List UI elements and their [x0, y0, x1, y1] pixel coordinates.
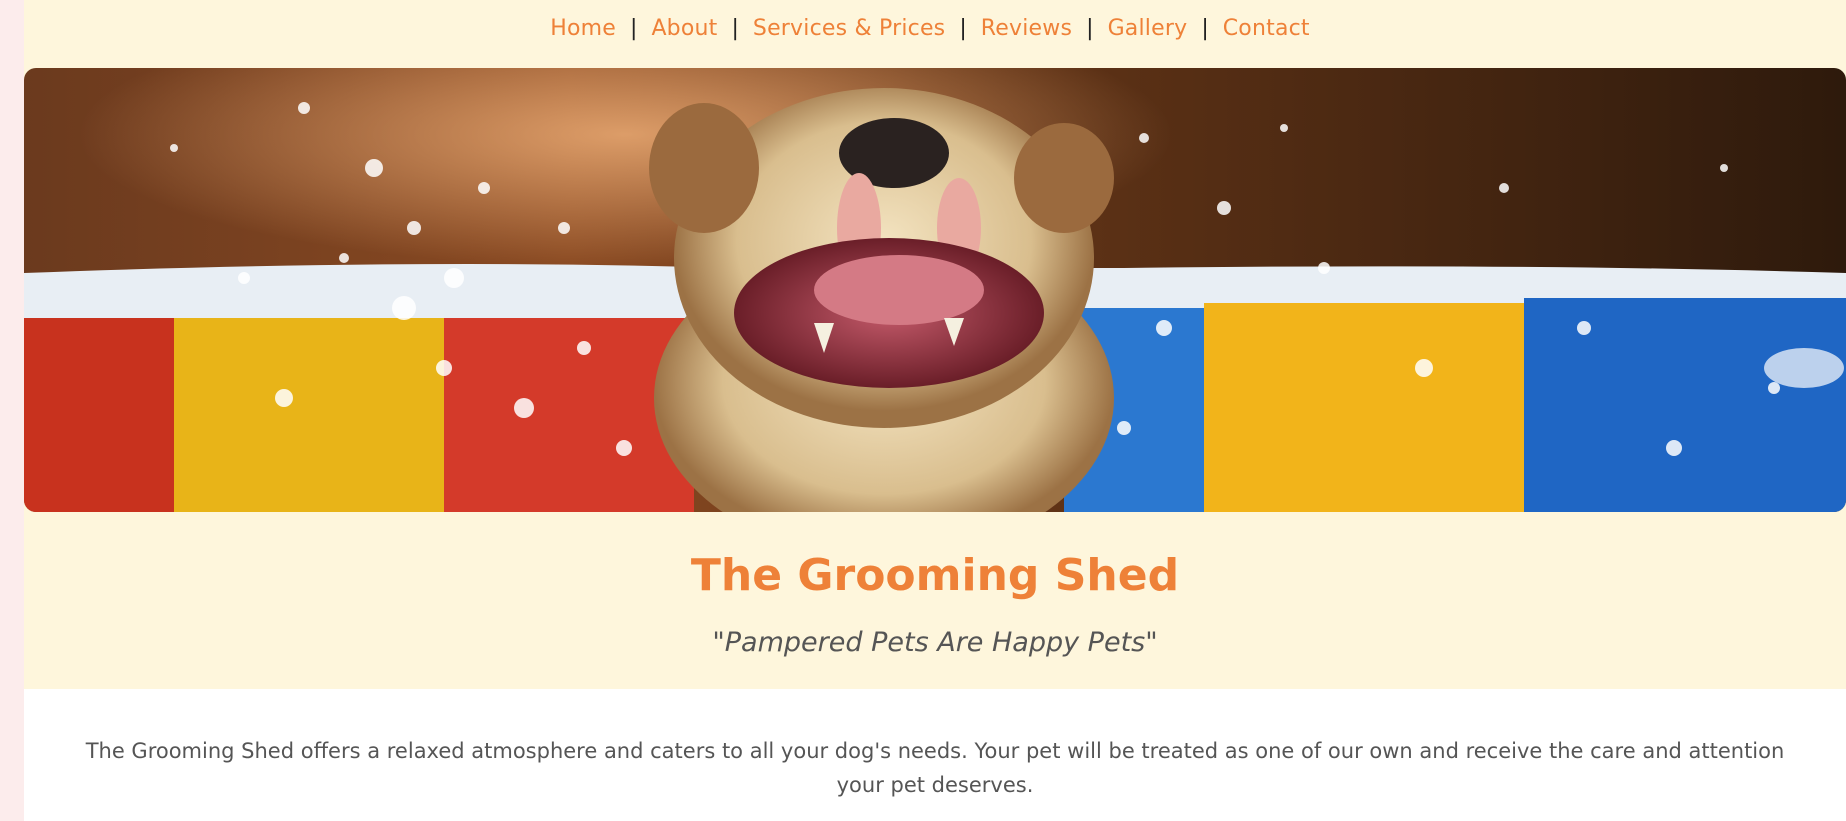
nav-about-link[interactable]: About	[651, 16, 717, 41]
page: Home | About | Services & Prices | Revie…	[24, 0, 1846, 821]
nav-separator: |	[731, 16, 739, 41]
nav-contact-link[interactable]: Contact	[1223, 16, 1310, 41]
nav-separator: |	[630, 16, 638, 41]
nav-separator: |	[1201, 16, 1209, 41]
nav-services-link[interactable]: Services & Prices	[753, 16, 945, 41]
intro-section: The Grooming Shed offers a relaxed atmos…	[24, 689, 1846, 821]
site-title: The Grooming Shed	[690, 550, 1180, 601]
nav-gallery-link[interactable]: Gallery	[1108, 16, 1188, 41]
site-tagline: "Pampered Pets Are Happy Pets"	[712, 627, 1158, 658]
nav-reviews-link[interactable]: Reviews	[981, 16, 1072, 41]
main-nav: Home | About | Services & Prices | Revie…	[24, 0, 1846, 60]
intro-text: The Grooming Shed offers a relaxed atmos…	[85, 739, 1785, 797]
nav-home-link[interactable]: Home	[550, 16, 616, 41]
nav-separator: |	[1086, 16, 1094, 41]
hero-image	[24, 68, 1846, 512]
nav-separator: |	[959, 16, 967, 41]
